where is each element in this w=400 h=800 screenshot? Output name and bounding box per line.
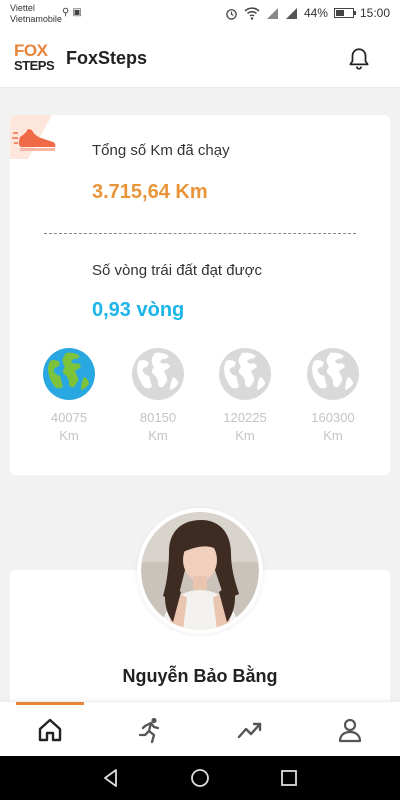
battery-percent: 44% (303, 6, 328, 20)
total-km-label: Tổng số Km đã chạy (92, 142, 230, 159)
milestone-label: 160300 Km (293, 409, 373, 445)
milestone-3: 120225 Km (205, 347, 285, 445)
nav-profile[interactable] (300, 702, 400, 757)
profile-icon (338, 718, 362, 742)
nav-statistics[interactable] (200, 702, 300, 757)
milestone-km: 40075 (50, 410, 88, 425)
milestone-unit: Km (323, 428, 343, 443)
signal-icon-1 (266, 7, 278, 19)
bell-icon[interactable] (346, 46, 372, 72)
logo-bottom-text: STEPS (14, 58, 55, 73)
status-right: 44% 15:00 (225, 6, 390, 20)
bottom-nav (0, 701, 400, 756)
avatar[interactable] (137, 508, 263, 634)
divider (44, 233, 356, 234)
stats-card: Tổng số Km đã chạy 3.715,64 Km Số vòng t… (10, 115, 390, 475)
milestone-label: 120225 Km (205, 409, 285, 445)
milestone-1: 40075 Km (29, 347, 109, 445)
rounds-value: 0,93 vòng (92, 299, 185, 321)
milestone-4: 160300 Km (293, 347, 373, 445)
milestone-label: 80150 Km (118, 409, 198, 445)
milestone-2: 80150 Km (118, 347, 198, 445)
home-button-icon[interactable] (189, 767, 211, 789)
milestone-km: 120225 (223, 410, 267, 425)
avatar-photo (141, 512, 259, 630)
carrier-line-1: Viettel (10, 3, 35, 13)
app-title: FoxSteps (66, 48, 148, 68)
clock: 15:00 (359, 6, 390, 20)
nav-home[interactable] (0, 702, 100, 757)
nav-running[interactable] (100, 702, 200, 757)
total-km-value: 3.715,64 Km (92, 181, 208, 203)
rounds-label: Số vòng trái đất đạt được (92, 262, 262, 279)
milestone-unit: Km (59, 428, 79, 443)
profile-name: Nguyễn Bảo Bằng (122, 666, 278, 686)
wifi-icon (244, 6, 260, 20)
android-nav-bar (0, 756, 400, 800)
milestone-label: 40075 Km (29, 409, 109, 445)
signal-icon-2 (285, 7, 297, 19)
earth-globe-icon-locked (307, 348, 359, 400)
milestone-km: 80150 (139, 410, 177, 425)
back-icon[interactable] (100, 767, 122, 789)
carrier-line-2: Vietnamobile (10, 14, 62, 24)
battery-icon (333, 8, 356, 18)
milestone-unit: Km (148, 428, 168, 443)
milestone-km: 160300 (311, 410, 355, 425)
app-bar: FOX STEPS FoxSteps (0, 30, 400, 88)
recents-icon[interactable] (278, 767, 300, 789)
home-icon (38, 718, 62, 741)
running-shoe-icon (10, 115, 56, 159)
alarm-icon (226, 8, 237, 20)
image-notification-icon: ▣ (72, 7, 85, 18)
foxsteps-logo: FOX STEPS (14, 41, 58, 75)
trending-up-icon (237, 722, 262, 738)
carrier-info: Viettel Vietnamobile (10, 3, 62, 25)
earth-globe-icon-locked (219, 348, 271, 400)
milestone-unit: Km (235, 428, 255, 443)
notification-icons: ⚲▣ (62, 7, 85, 18)
earth-globe-icon-locked (132, 348, 184, 400)
milestone-globes: 40075 Km 80150 Km 120225 Km 160300 Km (10, 347, 390, 457)
running-icon (138, 717, 160, 743)
usb-icon: ⚲ (62, 7, 73, 18)
earth-globe-icon-achieved (43, 348, 95, 400)
status-bar: Viettel Vietnamobile ⚲▣ 44% 15:00 (0, 0, 400, 30)
